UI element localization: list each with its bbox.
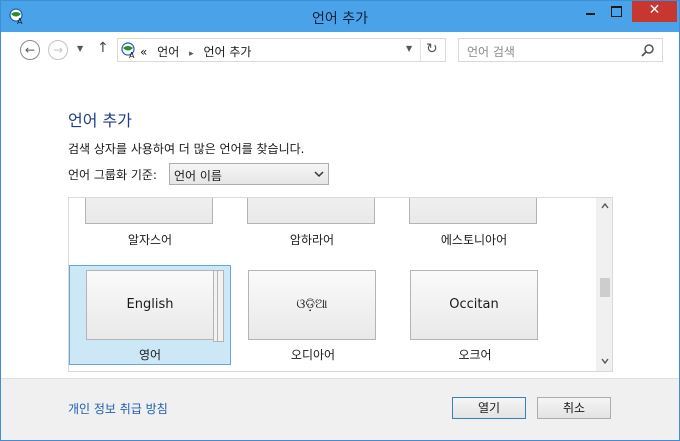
- language-tile-preview: Occitan: [410, 270, 538, 340]
- language-tile-occitan[interactable]: Occitan 오크어: [394, 266, 556, 366]
- language-tile-label: 오디아어: [290, 348, 336, 362]
- scrollbar-thumb[interactable]: [600, 278, 610, 297]
- language-tile-label: 오크어: [458, 348, 492, 362]
- language-tile-label: 에스토니아어: [440, 233, 508, 247]
- footer-bar: 개인 정보 취급 방침 열기 취소: [1, 378, 679, 440]
- language-tile-odia[interactable]: ଓଡ଼ିଆ 오디아어: [232, 266, 394, 366]
- language-tile-preview: English: [86, 270, 224, 342]
- arrow-left-icon: ←: [24, 43, 36, 57]
- title-bar[interactable]: A 언어 추가 ✕: [1, 1, 679, 32]
- back-button[interactable]: ←: [20, 40, 40, 60]
- arrow-up-icon: ↑: [97, 40, 109, 56]
- language-tile-label: 알자스어: [127, 233, 173, 247]
- chevron-down-icon: [314, 171, 324, 178]
- language-tile-english[interactable]: English 영어: [69, 265, 231, 365]
- maximize-button[interactable]: [603, 1, 629, 22]
- close-button[interactable]: ✕: [632, 1, 677, 22]
- up-button[interactable]: ↑: [97, 40, 109, 56]
- language-tile-preview: [409, 198, 537, 224]
- language-tile-label: 영어: [138, 348, 162, 362]
- page-title: 언어 추가: [68, 111, 132, 130]
- breadcrumb-separator[interactable]: ▸: [189, 49, 194, 59]
- search-input[interactable]: 언어 검색: [467, 43, 515, 60]
- breadcrumb-item-add-language[interactable]: 언어 추가: [203, 45, 251, 59]
- grid-scrollbar[interactable]: [596, 198, 612, 371]
- page-description: 검색 상자를 사용하여 더 많은 언어를 찾습니다.: [68, 142, 305, 156]
- open-button[interactable]: 열기: [452, 397, 526, 419]
- privacy-policy-link[interactable]: 개인 정보 취급 방침: [68, 400, 168, 417]
- chevron-up-icon[interactable]: [601, 203, 609, 209]
- language-icon: A: [121, 42, 135, 59]
- content-area: 언어 추가 검색 상자를 사용하여 더 많은 언어를 찾습니다. 언어 그룹화 …: [1, 69, 679, 378]
- group-by-select[interactable]: 언어 이름: [169, 163, 329, 185]
- close-icon: ✕: [648, 2, 661, 18]
- chevron-down-icon[interactable]: [601, 358, 609, 364]
- recent-locations-dropdown[interactable]: ▼: [77, 44, 83, 53]
- group-by-label: 언어 그룹화 기준:: [68, 168, 157, 182]
- breadcrumb: « 언어 ▸ 언어 추가: [140, 43, 257, 60]
- language-tile-preview: [85, 198, 213, 224]
- address-history-dropdown[interactable]: ▼: [406, 44, 412, 53]
- refresh-button[interactable]: ↻: [426, 41, 438, 57]
- breadcrumb-overflow[interactable]: «: [140, 45, 147, 59]
- breadcrumb-item-language[interactable]: 언어: [157, 45, 179, 59]
- language-grid: 알자스어 암하라어 에스토니아어 English 영어 ଓଡ଼ିଆ 오디아어 O…: [68, 197, 613, 372]
- svg-text:A: A: [129, 51, 135, 59]
- language-tile-label: 암하라어: [289, 233, 335, 247]
- add-language-window: A 언어 추가 ✕ ← → ▼ ↑ A « 언어 ▸ 언어 추가 ▼ ↻ 언어 …: [0, 0, 680, 441]
- navigation-bar: ← → ▼ ↑ A « 언어 ▸ 언어 추가 ▼ ↻ 언어 검색: [1, 32, 679, 69]
- search-box[interactable]: 언어 검색: [458, 38, 663, 62]
- group-by-value: 언어 이름: [174, 169, 222, 183]
- search-icon[interactable]: [641, 43, 655, 57]
- refresh-icon: ↻: [426, 41, 438, 57]
- language-tile-preview: [247, 198, 375, 224]
- language-tile-preview: ଓଡ଼ିଆ: [248, 270, 376, 340]
- cancel-button[interactable]: 취소: [537, 397, 611, 419]
- address-bar[interactable]: A « 언어 ▸ 언어 추가 ▼ ↻: [117, 38, 446, 62]
- forward-button[interactable]: →: [48, 40, 68, 60]
- address-divider: [420, 39, 421, 61]
- arrow-right-icon: →: [52, 43, 64, 57]
- minimize-button[interactable]: [577, 1, 603, 22]
